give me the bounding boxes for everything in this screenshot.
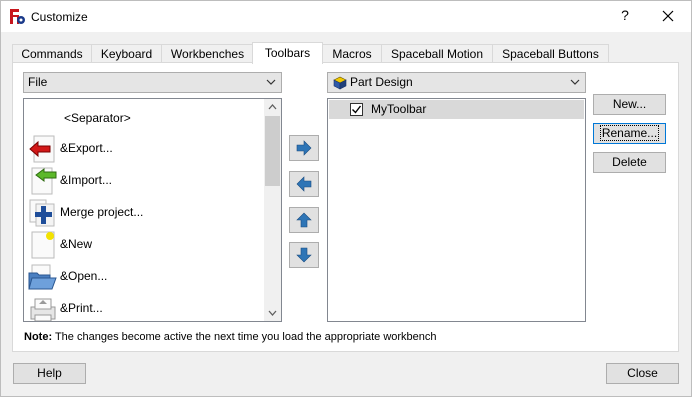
- toolbars-tree[interactable]: MyToolbar: [327, 98, 586, 322]
- tab-spaceball-motion[interactable]: Spaceball Motion: [381, 44, 493, 63]
- list-item-label: &Import...: [60, 173, 113, 187]
- note-text: Note: The changes become active the next…: [24, 331, 437, 343]
- new-document-icon: [31, 231, 55, 259]
- close-window-icon[interactable]: [657, 5, 679, 27]
- list-item-label: <Separator>: [64, 111, 131, 125]
- scroll-up-arrow-icon[interactable]: [264, 99, 281, 116]
- list-item-label: &Open...: [60, 269, 108, 283]
- arrow-up-icon: [296, 212, 312, 228]
- scroll-down-arrow-icon[interactable]: [264, 304, 281, 321]
- list-item-export[interactable]: &Export...: [28, 133, 264, 165]
- note-label: Note:: [24, 331, 53, 343]
- tab-macros[interactable]: Macros: [322, 44, 382, 63]
- import-icon: [31, 167, 57, 195]
- rename-toolbar-button[interactable]: Rename...: [593, 123, 666, 144]
- tab-workbenches[interactable]: Workbenches: [161, 44, 254, 63]
- window-title: Customize: [31, 10, 88, 24]
- toolbar-enabled-checkbox[interactable]: [350, 103, 363, 116]
- tab-spaceball-buttons[interactable]: Spaceball Buttons: [492, 44, 609, 63]
- tab-toolbars[interactable]: Toolbars: [252, 42, 323, 64]
- freecad-app-icon: [10, 9, 25, 24]
- workbench-combo[interactable]: Part Design: [327, 72, 586, 93]
- list-item-label: &Export...: [60, 141, 113, 155]
- print-icon: [30, 298, 56, 321]
- close-button[interactable]: Close: [606, 363, 679, 384]
- list-item-label: &Print...: [60, 301, 103, 315]
- tree-item-label: MyToolbar: [371, 102, 427, 116]
- commands-list[interactable]: <Separator> &Export... &Import... Merge …: [23, 98, 282, 322]
- delete-toolbar-button[interactable]: Delete: [593, 152, 666, 173]
- title-bar: Customize ?: [0, 0, 692, 32]
- arrow-left-icon: [296, 176, 312, 192]
- merge-icon: [29, 199, 55, 227]
- list-item-import[interactable]: &Import...: [28, 165, 264, 197]
- list-item-print[interactable]: &Print...: [28, 293, 264, 321]
- note-message: The changes become active the next time …: [52, 331, 437, 343]
- remove-from-toolbar-button[interactable]: [289, 171, 319, 197]
- help-question-button[interactable]: ?: [615, 7, 635, 23]
- tab-commands[interactable]: Commands: [12, 44, 92, 63]
- list-item-label: &New: [60, 237, 93, 251]
- list-item-open[interactable]: &Open...: [28, 261, 264, 293]
- list-item-label: Merge project...: [60, 205, 144, 219]
- help-button[interactable]: Help: [13, 363, 86, 384]
- tab-keyboard[interactable]: Keyboard: [91, 44, 162, 63]
- commands-list-scrollbar[interactable]: [264, 99, 281, 321]
- arrow-right-icon: [296, 140, 312, 156]
- list-item-merge-project[interactable]: Merge project...: [28, 197, 264, 229]
- checkmark-icon: [352, 105, 362, 114]
- scrollbar-thumb[interactable]: [265, 116, 280, 186]
- tree-item-mytoolbar[interactable]: MyToolbar: [329, 100, 584, 119]
- arrow-down-icon: [296, 247, 312, 263]
- open-folder-icon: [28, 264, 57, 290]
- category-combo[interactable]: File: [23, 72, 282, 93]
- part-design-icon: [333, 76, 347, 90]
- chevron-down-icon: [266, 79, 276, 85]
- list-item-new[interactable]: &New: [28, 229, 264, 261]
- export-icon: [29, 135, 55, 163]
- move-up-button[interactable]: [289, 207, 319, 233]
- list-item-separator[interactable]: <Separator>: [28, 101, 264, 133]
- chevron-down-icon: [570, 79, 580, 85]
- move-down-button[interactable]: [289, 242, 319, 268]
- new-toolbar-button[interactable]: New...: [593, 94, 666, 115]
- add-to-toolbar-button[interactable]: [289, 135, 319, 161]
